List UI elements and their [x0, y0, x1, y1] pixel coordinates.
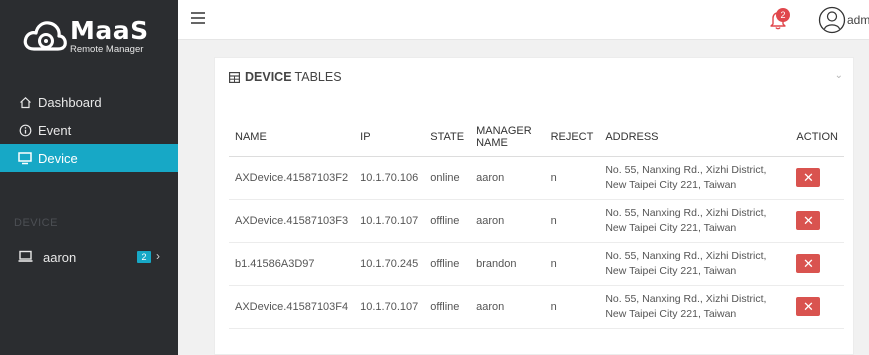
sidebar-item-dashboard[interactable]: Dashboard — [0, 88, 178, 116]
top-bar: 2 admi — [178, 0, 869, 40]
column-header-address[interactable]: ADDRESS — [599, 118, 791, 157]
home-icon — [18, 95, 32, 109]
sidebar-item-label: Device — [38, 150, 78, 166]
cell-state: online — [424, 156, 471, 200]
cell-ip: 10.1.70.245 — [354, 242, 425, 286]
sidebar-item-event[interactable]: Event — [0, 116, 178, 144]
info-icon — [18, 123, 32, 137]
cell-manager: brandon — [470, 242, 545, 286]
cell-ip: 10.1.70.107 — [354, 285, 425, 329]
cell-action: ✕ — [790, 156, 844, 200]
table-header-row: NAME IP STATE MANAGER NAME REJECT ADDRES… — [229, 118, 844, 157]
laptop-icon — [18, 250, 33, 264]
delete-button[interactable]: ✕ — [796, 254, 821, 273]
delete-button[interactable]: ✕ — [796, 297, 821, 316]
cell-reject: n — [544, 285, 600, 329]
brand-subtitle: Remote Manager — [70, 43, 144, 55]
cell-state: offline — [424, 285, 471, 329]
table-row: AXDevice.41587103F2 10.1.70.106 online a… — [229, 156, 844, 200]
sidebar-nav: Dashboard Event Device — [0, 88, 178, 172]
cell-name: AXDevice.41587103F2 — [229, 156, 355, 200]
user-avatar-icon[interactable] — [818, 5, 846, 35]
user-name[interactable]: admi — [847, 13, 869, 27]
device-group-label: aaron — [43, 249, 77, 265]
card-title: DEVICE TABLES — [229, 70, 342, 84]
device-tables-card: DEVICE TABLES ⌄ NAME IP STATE MANAGER NA… — [214, 57, 854, 355]
cell-reject: n — [544, 156, 600, 200]
device-count-badge: 2 — [137, 251, 151, 263]
cell-name: AXDevice.41587103F4 — [229, 285, 355, 329]
sidebar-item-label: Dashboard — [38, 94, 102, 110]
column-header-state[interactable]: STATE — [424, 118, 471, 157]
cell-reject: n — [544, 199, 600, 243]
cell-reject: n — [544, 242, 600, 286]
card-title-rest: TABLES — [294, 70, 342, 84]
cell-action: ✕ — [790, 199, 844, 243]
device-table: NAME IP STATE MANAGER NAME REJECT ADDRES… — [229, 118, 844, 329]
cell-address: No. 55, Nanxing Rd., Xizhi District, New… — [599, 242, 791, 286]
sidebar: MaaS Remote Manager Dashboard Event Devi… — [0, 0, 178, 355]
cell-action: ✕ — [790, 242, 844, 286]
delete-button[interactable]: ✕ — [796, 211, 821, 230]
column-header-ip[interactable]: IP — [354, 118, 425, 157]
column-header-manager-name[interactable]: MANAGER NAME — [470, 118, 545, 157]
menu-toggle-icon[interactable] — [191, 12, 205, 24]
table-row: b1.41586A3D97 10.1.70.245 offline brando… — [229, 242, 844, 286]
sidebar-item-device[interactable]: Device — [0, 144, 178, 172]
cell-name: b1.41586A3D97 — [229, 242, 355, 286]
cell-address: No. 55, Nanxing Rd., Xizhi District, New… — [599, 199, 791, 243]
cell-manager: aaron — [470, 285, 545, 329]
cell-state: offline — [424, 199, 471, 243]
chevron-right-icon: › — [156, 249, 160, 263]
table-icon — [229, 71, 240, 83]
cell-state: offline — [424, 242, 471, 286]
cell-address: No. 55, Nanxing Rd., Xizhi District, New… — [599, 285, 791, 329]
card-title-bold: DEVICE — [245, 70, 292, 84]
cell-address: No. 55, Nanxing Rd., Xizhi District, New… — [599, 156, 791, 200]
cloud-logo-icon — [23, 21, 67, 51]
sidebar-section-label: DEVICE — [14, 217, 58, 229]
table-row: AXDevice.41587103F3 10.1.70.107 offline … — [229, 199, 844, 243]
cell-action: ✕ — [790, 285, 844, 329]
monitor-icon — [18, 151, 32, 165]
chevron-down-icon[interactable]: ⌄ — [835, 70, 843, 81]
delete-button[interactable]: ✕ — [796, 168, 821, 187]
cell-manager: aaron — [470, 156, 545, 200]
cell-ip: 10.1.70.106 — [354, 156, 425, 200]
sidebar-device-group-aaron[interactable]: aaron 2 › — [0, 244, 178, 270]
brand-logo[interactable]: MaaS Remote Manager — [22, 10, 172, 62]
brand-title: MaaS — [70, 15, 149, 45]
cell-name: AXDevice.41587103F3 — [229, 199, 355, 243]
cell-ip: 10.1.70.107 — [354, 199, 425, 243]
column-header-reject[interactable]: REJECT — [544, 118, 600, 157]
column-header-name[interactable]: NAME — [229, 118, 355, 157]
sidebar-item-label: Event — [38, 122, 72, 138]
table-row: AXDevice.41587103F4 10.1.70.107 offline … — [229, 285, 844, 329]
column-header-action: ACTION — [790, 118, 844, 157]
cell-manager: aaron — [470, 199, 545, 243]
notification-count-badge: 2 — [776, 8, 790, 22]
